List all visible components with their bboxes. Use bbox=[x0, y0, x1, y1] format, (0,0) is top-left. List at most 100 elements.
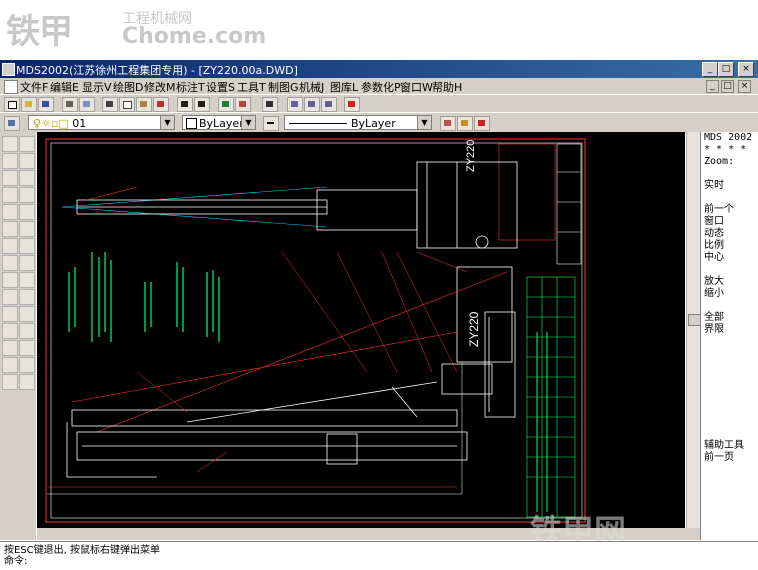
block-tool-icon[interactable] bbox=[2, 272, 18, 288]
polygon-tool-icon[interactable] bbox=[2, 187, 18, 203]
hatch-tool-icon[interactable] bbox=[2, 306, 18, 322]
command-window[interactable]: 按ESC键退出, 按鼠标右键弹出菜单 命令: bbox=[0, 541, 758, 570]
undo-icon[interactable] bbox=[177, 97, 193, 112]
menu-tools[interactable]: 工具T bbox=[237, 79, 266, 95]
new-file-icon[interactable] bbox=[4, 97, 20, 112]
drawing-canvas[interactable]: ZY220 ZY220 bbox=[37, 132, 685, 528]
extend-tool-icon[interactable] bbox=[19, 306, 35, 322]
construction-line-icon[interactable] bbox=[2, 153, 18, 169]
screen-menu-item[interactable]: 缩小 bbox=[704, 288, 724, 300]
delete-icon[interactable] bbox=[474, 116, 490, 131]
array-tool-icon[interactable] bbox=[19, 204, 35, 220]
menu-settings[interactable]: 设置S bbox=[206, 79, 235, 95]
properties-icon[interactable] bbox=[440, 116, 456, 131]
rotate-tool-icon[interactable] bbox=[19, 238, 35, 254]
help-icon[interactable] bbox=[344, 97, 360, 112]
document-icon[interactable] bbox=[4, 80, 18, 94]
ellipse-tool-icon[interactable] bbox=[2, 255, 18, 271]
trim-tool-icon[interactable] bbox=[19, 289, 35, 305]
linetype-dropdown[interactable]: ByLayer ▼ bbox=[284, 115, 432, 130]
chamfer-tool-icon[interactable] bbox=[19, 340, 35, 356]
circle-tool-icon[interactable] bbox=[2, 238, 18, 254]
fillet-tool-icon[interactable] bbox=[19, 357, 35, 373]
mirror-tool-icon[interactable] bbox=[19, 170, 35, 186]
mdi-restore-button[interactable]: □ bbox=[721, 80, 734, 93]
screen-menu-item[interactable]: Zoom: bbox=[704, 156, 734, 168]
menu-drafting[interactable]: 制图G bbox=[268, 79, 299, 95]
snap-icon[interactable] bbox=[218, 97, 234, 112]
print-preview-icon[interactable] bbox=[79, 97, 95, 112]
print-icon[interactable] bbox=[62, 97, 78, 112]
menu-draw[interactable]: 绘图D bbox=[113, 79, 143, 95]
pan-icon[interactable] bbox=[262, 97, 278, 112]
screen-menu-item[interactable]: 辅助工具 bbox=[704, 440, 744, 452]
chevron-down-icon[interactable]: ▼ bbox=[160, 116, 174, 129]
offset-tool-icon[interactable] bbox=[19, 187, 35, 203]
menu-library[interactable]: 图库L bbox=[330, 79, 358, 95]
screen-menu-item[interactable]: 界限 bbox=[704, 324, 724, 336]
screen-menu-item[interactable]: 实时 bbox=[704, 180, 724, 192]
zoom-realtime-icon[interactable] bbox=[287, 97, 303, 112]
copy-icon[interactable] bbox=[119, 97, 135, 112]
zoom-previous-icon[interactable] bbox=[321, 97, 337, 112]
polyline-tool-icon[interactable] bbox=[2, 170, 18, 186]
layer-tool-icon[interactable] bbox=[457, 116, 473, 131]
chevron-down-icon[interactable]: ▼ bbox=[417, 116, 431, 129]
maximize-button[interactable]: □ bbox=[718, 62, 734, 77]
menu-modify[interactable]: 修改M bbox=[144, 79, 176, 95]
stretch-tool-icon[interactable] bbox=[19, 272, 35, 288]
copy-tool-icon[interactable] bbox=[19, 153, 35, 169]
mdi-minimize-button[interactable]: _ bbox=[706, 80, 719, 93]
close-button[interactable]: × bbox=[738, 62, 754, 77]
line-tool-icon[interactable] bbox=[2, 136, 18, 152]
screen-menu-item[interactable]: 全部 bbox=[704, 312, 724, 324]
open-file-icon[interactable] bbox=[21, 97, 37, 112]
point-tool-icon[interactable] bbox=[2, 289, 18, 305]
menu-parametric[interactable]: 参数化P bbox=[361, 79, 401, 95]
menu-edit[interactable]: 编辑E bbox=[50, 79, 79, 95]
rectangle-tool-icon[interactable] bbox=[2, 204, 18, 220]
erase-tool-icon[interactable] bbox=[19, 136, 35, 152]
screen-menu-item[interactable]: 中心 bbox=[704, 252, 724, 264]
spline-tool-icon[interactable] bbox=[2, 374, 18, 390]
app-icon[interactable] bbox=[2, 63, 15, 76]
mtext-tool-icon[interactable] bbox=[2, 340, 18, 356]
break-tool-icon[interactable] bbox=[19, 323, 35, 339]
dimension-tool-icon[interactable] bbox=[2, 357, 18, 373]
menu-file[interactable]: 文件F bbox=[20, 79, 48, 95]
match-properties-icon[interactable] bbox=[153, 97, 169, 112]
ucs-icon[interactable] bbox=[235, 97, 251, 112]
redo-icon[interactable] bbox=[194, 97, 210, 112]
text-tool-icon[interactable] bbox=[2, 323, 18, 339]
screen-menu-item[interactable]: 窗口 bbox=[704, 216, 724, 228]
screen-menu-item[interactable]: MDS 2002 bbox=[704, 132, 752, 144]
layer-manager-icon[interactable] bbox=[4, 116, 20, 131]
screen-menu-item[interactable]: 前一个 bbox=[704, 204, 734, 216]
chevron-down-icon[interactable]: ▼ bbox=[241, 116, 255, 129]
lineweight-icon[interactable] bbox=[263, 116, 279, 131]
menu-dimension[interactable]: 标注T bbox=[176, 79, 205, 95]
screen-menu-item[interactable]: * * * * bbox=[704, 144, 746, 156]
layer-dropdown[interactable]: ♀☼▫□ 01 ▼ bbox=[28, 115, 175, 130]
paste-icon[interactable] bbox=[136, 97, 152, 112]
menu-mechanical[interactable]: 机械J bbox=[299, 79, 324, 95]
move-tool-icon[interactable] bbox=[19, 221, 35, 237]
explode-tool-icon[interactable] bbox=[19, 374, 35, 390]
command-prompt[interactable]: 命令: bbox=[4, 556, 27, 567]
mdi-close-button[interactable]: × bbox=[738, 80, 751, 93]
color-dropdown[interactable]: ByLayer ▼ bbox=[182, 115, 256, 130]
scale-tool-icon[interactable] bbox=[19, 255, 35, 271]
menu-view[interactable]: 显示V bbox=[82, 79, 112, 95]
menu-help[interactable]: 帮助H bbox=[432, 79, 462, 95]
menu-window[interactable]: 窗口W bbox=[400, 79, 433, 95]
screen-menu-item[interactable]: 比例 bbox=[704, 240, 724, 252]
vertical-scrollbar[interactable] bbox=[686, 132, 701, 528]
arc-tool-icon[interactable] bbox=[2, 221, 18, 237]
screen-menu-item[interactable]: 放大 bbox=[704, 276, 724, 288]
cut-icon[interactable] bbox=[102, 97, 118, 112]
save-icon[interactable] bbox=[38, 97, 54, 112]
screen-menu-item[interactable]: 前一页 bbox=[704, 452, 734, 464]
screen-menu-item[interactable]: 动态 bbox=[704, 228, 724, 240]
minimize-button[interactable]: _ bbox=[702, 62, 718, 77]
zoom-window-icon[interactable] bbox=[304, 97, 320, 112]
